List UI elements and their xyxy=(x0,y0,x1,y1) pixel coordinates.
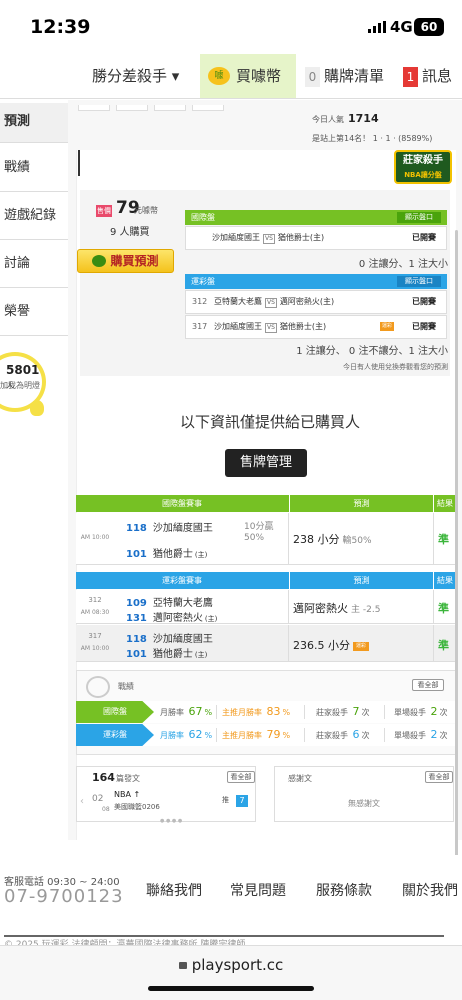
dealer-killer-logo: 莊家殺手 NBA讓分盤 xyxy=(394,150,452,184)
chevron-left-icon[interactable]: ‹ xyxy=(80,796,84,807)
faq-link[interactable]: 常見問題 xyxy=(230,880,286,900)
buy-coin-button[interactable]: 噱買噱幣 xyxy=(200,54,296,98)
rank-text: 是站上第14名！ 1 · 1 · (8589%) xyxy=(312,134,433,143)
table-row: 312 AM 08:30 109 亞特蘭大老鷹 131 邁阿密熱火 (主) 邁阿密熱火… xyxy=(76,590,456,624)
fans-label: 加我為明燈 xyxy=(0,381,40,390)
network-label: 4G xyxy=(390,18,413,36)
post-board[interactable]: NBA ↑ xyxy=(114,790,140,799)
killer-dropdown[interactable]: 勝分差殺手 ▾ xyxy=(92,54,179,98)
record-row-lottery: 運彩盤 月勝率 62% 主推月勝率 79% 莊家殺手 6次 單場殺手 2次 xyxy=(76,724,456,746)
purchase-list-link[interactable]: 0 購牌清單 xyxy=(305,54,384,98)
coin-icon: 噱 xyxy=(208,66,230,85)
buy-coin-label: 買噱幣 xyxy=(236,67,282,85)
sidebar-item-discussion[interactable]: 討論 xyxy=(0,240,68,288)
phone-number[interactable]: 07-9700123 xyxy=(4,886,124,907)
messages-label: 訊息 xyxy=(422,67,453,85)
status-bar: 12:39 4G 60 xyxy=(0,0,462,54)
record-icon xyxy=(86,676,110,698)
post-count: 164 xyxy=(92,771,115,784)
coin-icon xyxy=(92,254,107,267)
lottery-game-row: 312 亞特蘭大老鷹 VS 邁阿密熱火(主) 已開賽 xyxy=(185,290,447,314)
popularity: 今日人氣 1714 xyxy=(312,112,379,125)
thanks-label: 感謝文 xyxy=(288,774,312,783)
terms-link[interactable]: 服務條款 xyxy=(316,880,372,900)
buy-predict-button[interactable]: 購買預測 xyxy=(77,249,174,273)
intl-header: 國際盤 顯示盤口 xyxy=(185,210,447,225)
battery-icon: 60 xyxy=(414,18,444,36)
lightbulb-icon xyxy=(30,400,44,416)
show-odds-button[interactable]: 顯示盤口 xyxy=(397,212,441,223)
lottery-stats: 1 注讓分、 0 注不讓分、1 注大小 xyxy=(296,346,448,357)
fans-lightbulb[interactable]: 5801 人 加我為明燈 xyxy=(0,352,50,422)
table-row: AM 10:00 118 沙加緬度國王 10分贏 50% 101 猶他爵士 (主) 2… xyxy=(76,513,456,565)
about-link[interactable]: 關於我們 xyxy=(402,880,458,900)
buyer-count: 9 人購買 xyxy=(110,227,150,238)
messages-link[interactable]: 1 訊息 xyxy=(403,54,452,98)
post-title[interactable]: 美國職籃0206 xyxy=(114,802,160,812)
table-row: 317 AM 10:00 118 沙加緬度國王 101 猶他爵士 (主) 236.5 … xyxy=(76,625,456,662)
lottery-game-row: 317 沙加緬度國王 VS 猶他爵士(主) 運彩 已開賽 xyxy=(185,315,447,339)
record-view-all-button[interactable]: 看全部 xyxy=(412,679,444,691)
lottery-table-header: 運彩盤賽事 預測 結果 xyxy=(76,572,456,589)
purchase-count-badge: 0 xyxy=(305,67,320,87)
carousel-dots: ● ● ● ● xyxy=(160,818,183,824)
purchaser-only-notice: 以下資訊僅提供給已購買人 xyxy=(179,413,360,431)
intl-table-header: 國際盤賽事 預測 結果 xyxy=(76,495,456,512)
lock-icon xyxy=(178,962,187,969)
push-label: 推 xyxy=(222,796,229,804)
tab-strip xyxy=(78,96,438,111)
sidebar-item-record[interactable]: 戰績 xyxy=(0,144,68,192)
price-unit: 元噱幣 xyxy=(134,206,158,215)
intl-stats: 0 注讓分、1 注大小 xyxy=(358,259,448,270)
message-count-badge: 1 xyxy=(403,67,418,87)
signal-icon xyxy=(368,21,386,33)
scrollbar[interactable] xyxy=(455,230,458,910)
post-day: 08 xyxy=(102,806,110,813)
post-month: 02 xyxy=(92,794,104,804)
top-nav: 勝分差殺手 ▾ 噱買噱幣 0 購牌清單 1 訊息 xyxy=(0,54,462,99)
record-title: 戰績 xyxy=(118,682,134,691)
contact-link[interactable]: 聯絡我們 xyxy=(146,880,202,900)
sidebar-item-game-log[interactable]: 遊戲紀錄 xyxy=(0,192,68,240)
price-tag-icon: 售價 xyxy=(96,205,112,217)
thanks-view-all-button[interactable]: 看全部 xyxy=(425,771,453,783)
game-status: 已開賽 xyxy=(412,233,436,242)
sidebar-item-predict[interactable]: 預測 xyxy=(0,103,68,143)
lottery-tag-icon: 運彩 xyxy=(380,322,394,331)
sidebar-item-honor[interactable]: 榮譽 xyxy=(0,288,68,336)
show-odds-button[interactable]: 顯示盤口 xyxy=(397,276,441,287)
post-label: 篇發文 xyxy=(116,774,140,783)
lottery-header: 運彩盤 顯示盤口 xyxy=(185,274,447,289)
url-text[interactable]: playsport.cc xyxy=(0,956,462,974)
coupon-note: 今日有人使用兌換券觀看您的預測 xyxy=(343,363,448,371)
intl-game-row: 沙加緬度國王 VS 猶他爵士(主) 已開賽 xyxy=(185,226,447,250)
record-row-intl: 國際盤 月勝率 67% 主推月勝率 83% 莊家殺手 7次 單場殺手 2次 xyxy=(76,701,456,723)
copyright: © 2025 玩運彩 法律顧問：瀛華國際法律事務所 陳騰宗律師 xyxy=(4,935,444,945)
posts-view-all-button[interactable]: 看全部 xyxy=(227,771,255,783)
purchase-list-label: 購牌清單 xyxy=(324,67,385,85)
lottery-tag-icon: 運彩 xyxy=(353,641,369,651)
clock: 12:39 xyxy=(30,16,91,38)
push-count: 7 xyxy=(236,795,248,807)
thanks-empty: 無感謝文 xyxy=(348,799,380,808)
sell-manage-button[interactable]: 售牌管理 xyxy=(225,449,307,477)
home-indicator[interactable] xyxy=(148,986,314,991)
